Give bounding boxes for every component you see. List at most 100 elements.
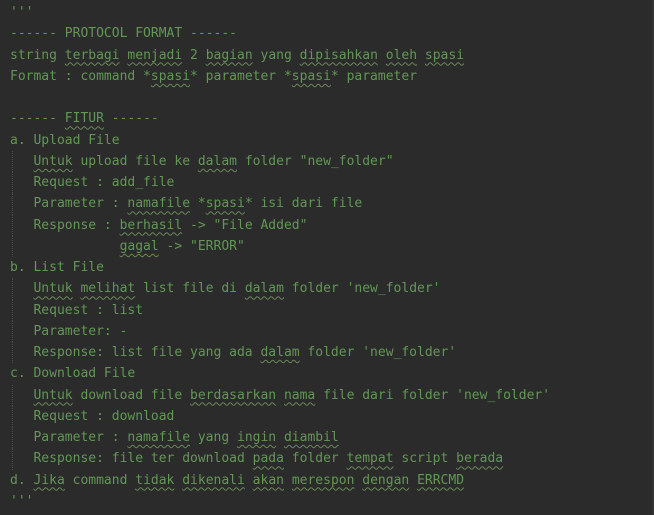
- spellcheck-word: tidak: [135, 472, 175, 488]
- indent-guide: [12, 214, 13, 236]
- code-line[interactable]: ------ PROTOCOL FORMAT ------: [0, 23, 654, 44]
- code-line[interactable]: Response: list file yang ada dalam folde…: [0, 342, 654, 364]
- code-text: download file: [72, 387, 191, 403]
- code-line[interactable]: [0, 87, 654, 108]
- code-text: -> "File Added": [182, 217, 308, 233]
- indent-guide: [12, 278, 13, 300]
- code-text: Response :: [33, 217, 120, 233]
- spellcheck-word: dalam: [197, 153, 237, 169]
- spellcheck-word: berhasil: [119, 217, 183, 233]
- spellcheck-word: ingin: [237, 430, 277, 445]
- code-line[interactable]: Request : add_file: [0, 172, 654, 194]
- code-line[interactable]: Parameter : namafile *spasi* isi dari fi…: [0, 193, 654, 215]
- code-line[interactable]: ------ FITUR ------: [0, 108, 654, 129]
- spellcheck-word: spasi: [150, 68, 191, 84]
- code-text: Parameter :: [33, 430, 128, 445]
- code-text: * parameter *: [190, 68, 292, 84]
- spellcheck-word: Jika: [33, 472, 65, 488]
- code-text: Request : download: [33, 408, 175, 424]
- code-text: string: [10, 47, 65, 63]
- editor-text-area[interactable]: ''' ------ PROTOCOL FORMAT ------ string t…: [0, 2, 654, 512]
- code-text: yang: [190, 430, 237, 445]
- code-line[interactable]: Parameter: -: [0, 320, 654, 342]
- code-text: * parameter: [330, 68, 418, 84]
- code-line[interactable]: Response: file ter download pada folder …: [0, 448, 654, 470]
- indent-guide: [12, 342, 13, 364]
- indent-guide: [12, 172, 13, 194]
- code-line[interactable]: a. Upload File: [0, 130, 654, 151]
- code-line[interactable]: Parameter : namafile yang ingin diambil: [0, 427, 654, 449]
- code-text: yang: [252, 47, 300, 63]
- code-line[interactable]: gagal -> "ERROR": [0, 235, 654, 257]
- code-text: script: [393, 451, 457, 467]
- spellcheck-word: FITUR: [64, 111, 104, 127]
- code-line[interactable]: ''': [0, 491, 654, 512]
- code-line[interactable]: Request : list: [0, 299, 654, 321]
- spellcheck-word: bagian: [205, 47, 253, 63]
- spellcheck-word: diambil: [283, 430, 339, 445]
- code-text: ------ PROTOCOL FORMAT ------: [10, 26, 237, 42]
- code-text: Request : list: [33, 302, 144, 318]
- code-text: folder 'new_folder': [299, 345, 457, 360]
- code-text: Response: file ter download: [33, 451, 253, 467]
- code-text: -> "ERROR": [158, 238, 245, 254]
- indent-guide: [12, 405, 13, 427]
- code-text: Parameter :: [33, 196, 128, 212]
- spellcheck-word: spasi: [205, 196, 245, 212]
- code-text: ''': [10, 5, 34, 20]
- spellcheck-word: melihat: [80, 281, 136, 297]
- code-line[interactable]: Request : download: [0, 405, 654, 427]
- indent-guide: [12, 384, 13, 406]
- code-editor[interactable]: ''' ------ PROTOCOL FORMAT ------ string t…: [0, 0, 654, 515]
- spellcheck-word: namafile: [127, 196, 191, 212]
- code-text: *: [190, 196, 206, 212]
- code-line[interactable]: Untuk upload file ke dalam folder "new_f…: [0, 150, 654, 172]
- code-line[interactable]: ''': [0, 2, 654, 23]
- code-text: 2: [182, 47, 206, 63]
- spellcheck-word: spasi: [424, 47, 465, 63]
- code-text: upload file ke: [72, 153, 198, 169]
- code-line[interactable]: c. Download File: [0, 363, 654, 384]
- spellcheck-word: merespon: [291, 472, 355, 488]
- spellcheck-word: dalam: [260, 345, 300, 360]
- code-text: c. Download File: [10, 366, 136, 382]
- code-line[interactable]: Untuk melihat list file di dalam folder …: [0, 278, 654, 300]
- code-line[interactable]: d. Jika command tidak dikenali akan mere…: [0, 470, 654, 491]
- code-line[interactable]: Format : command *spasi* parameter *spas…: [0, 66, 654, 87]
- spellcheck-word: Untuk: [33, 153, 73, 169]
- code-text: ''': [10, 493, 34, 509]
- code-text: folder 'new_folder': [283, 281, 441, 297]
- code-text: d.: [10, 472, 34, 488]
- spellcheck-word: spasi: [291, 68, 331, 84]
- code-text: Parameter: -: [33, 323, 128, 339]
- spellcheck-word: Untuk: [33, 281, 73, 297]
- code-text: ------: [10, 111, 65, 127]
- code-line[interactable]: Untuk download file berdasarkan nama fil…: [0, 384, 654, 406]
- spellcheck-word: dipisahkan: [299, 47, 378, 63]
- indent-guide: [12, 235, 13, 257]
- code-text: Format : command *: [10, 68, 151, 84]
- code-line[interactable]: b. List File: [0, 257, 654, 278]
- spellcheck-word: namafile: [127, 430, 191, 445]
- spellcheck-word: pada: [252, 451, 284, 467]
- code-line[interactable]: Response : berhasil -> "File Added": [0, 214, 654, 236]
- indent-guide: [12, 427, 13, 449]
- indent-guide: [12, 299, 13, 321]
- spellcheck-word: tempat: [346, 451, 394, 467]
- code-line[interactable]: string terbagi menjadi 2 bagian yang dip…: [0, 45, 654, 66]
